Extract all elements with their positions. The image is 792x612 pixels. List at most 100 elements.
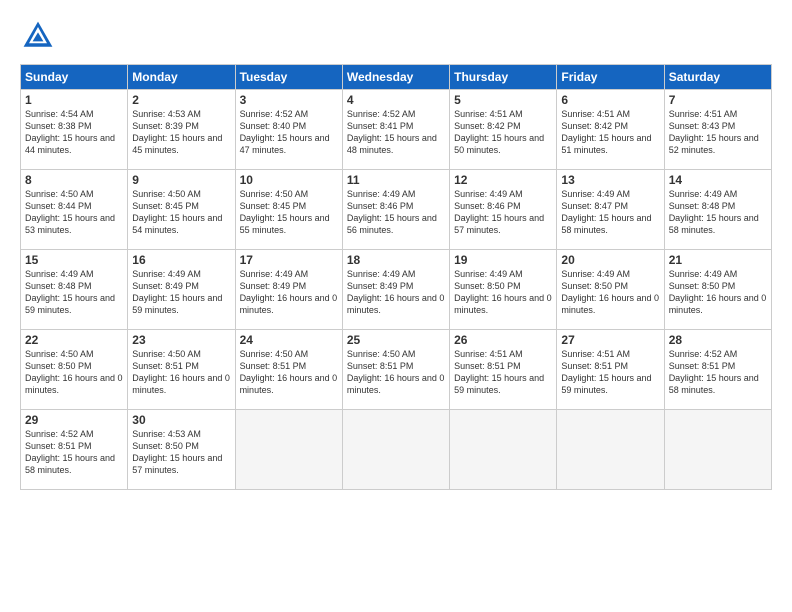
day-number: 22 <box>25 333 123 347</box>
day-number: 21 <box>669 253 767 267</box>
day-cell: 26 Sunrise: 4:51 AM Sunset: 8:51 PM Dayl… <box>450 330 557 410</box>
sunrise-label: Sunrise: 4:49 AM <box>132 269 201 279</box>
sunset-label: Sunset: 8:50 PM <box>669 281 736 291</box>
sunset-label: Sunset: 8:49 PM <box>240 281 307 291</box>
sunrise-label: Sunrise: 4:50 AM <box>240 189 309 199</box>
day-cell: 27 Sunrise: 4:51 AM Sunset: 8:51 PM Dayl… <box>557 330 664 410</box>
sunrise-label: Sunrise: 4:49 AM <box>347 189 416 199</box>
sunrise-label: Sunrise: 4:54 AM <box>25 109 94 119</box>
day-cell: 8 Sunrise: 4:50 AM Sunset: 8:44 PM Dayli… <box>21 170 128 250</box>
header-sunday: Sunday <box>21 65 128 90</box>
day-number: 26 <box>454 333 552 347</box>
daylight-label: Daylight: 15 hours and 58 minutes. <box>669 373 759 395</box>
day-cell: 23 Sunrise: 4:50 AM Sunset: 8:51 PM Dayl… <box>128 330 235 410</box>
sunrise-label: Sunrise: 4:50 AM <box>132 189 201 199</box>
week-row-3: 15 Sunrise: 4:49 AM Sunset: 8:48 PM Dayl… <box>21 250 772 330</box>
daylight-label: Daylight: 15 hours and 48 minutes. <box>347 133 437 155</box>
day-info: Sunrise: 4:50 AM Sunset: 8:45 PM Dayligh… <box>240 188 338 237</box>
day-cell: 5 Sunrise: 4:51 AM Sunset: 8:42 PM Dayli… <box>450 90 557 170</box>
sunrise-label: Sunrise: 4:50 AM <box>132 349 201 359</box>
day-cell: 12 Sunrise: 4:49 AM Sunset: 8:46 PM Dayl… <box>450 170 557 250</box>
daylight-label: Daylight: 15 hours and 44 minutes. <box>25 133 115 155</box>
daylight-label: Daylight: 15 hours and 51 minutes. <box>561 133 651 155</box>
day-cell: 21 Sunrise: 4:49 AM Sunset: 8:50 PM Dayl… <box>664 250 771 330</box>
sunrise-label: Sunrise: 4:49 AM <box>454 269 523 279</box>
sunrise-label: Sunrise: 4:51 AM <box>669 109 738 119</box>
daylight-label: Daylight: 15 hours and 59 minutes. <box>25 293 115 315</box>
day-info: Sunrise: 4:52 AM Sunset: 8:51 PM Dayligh… <box>669 348 767 397</box>
sunrise-label: Sunrise: 4:53 AM <box>132 429 201 439</box>
logo <box>20 18 62 54</box>
sunset-label: Sunset: 8:50 PM <box>132 441 199 451</box>
day-number: 9 <box>132 173 230 187</box>
day-cell: 3 Sunrise: 4:52 AM Sunset: 8:40 PM Dayli… <box>235 90 342 170</box>
sunrise-label: Sunrise: 4:53 AM <box>132 109 201 119</box>
day-info: Sunrise: 4:49 AM Sunset: 8:49 PM Dayligh… <box>240 268 338 317</box>
sunrise-label: Sunrise: 4:52 AM <box>347 109 416 119</box>
sunset-label: Sunset: 8:51 PM <box>454 361 521 371</box>
sunrise-label: Sunrise: 4:50 AM <box>25 349 94 359</box>
day-number: 8 <box>25 173 123 187</box>
sunset-label: Sunset: 8:41 PM <box>347 121 414 131</box>
day-cell <box>342 410 449 490</box>
day-number: 30 <box>132 413 230 427</box>
sunrise-label: Sunrise: 4:52 AM <box>669 349 738 359</box>
day-cell: 2 Sunrise: 4:53 AM Sunset: 8:39 PM Dayli… <box>128 90 235 170</box>
sunrise-label: Sunrise: 4:50 AM <box>25 189 94 199</box>
sunset-label: Sunset: 8:43 PM <box>669 121 736 131</box>
day-info: Sunrise: 4:52 AM Sunset: 8:51 PM Dayligh… <box>25 428 123 477</box>
day-info: Sunrise: 4:51 AM Sunset: 8:51 PM Dayligh… <box>454 348 552 397</box>
daylight-label: Daylight: 15 hours and 52 minutes. <box>669 133 759 155</box>
day-cell: 11 Sunrise: 4:49 AM Sunset: 8:46 PM Dayl… <box>342 170 449 250</box>
day-number: 1 <box>25 93 123 107</box>
week-row-1: 1 Sunrise: 4:54 AM Sunset: 8:38 PM Dayli… <box>21 90 772 170</box>
day-info: Sunrise: 4:49 AM Sunset: 8:46 PM Dayligh… <box>454 188 552 237</box>
day-cell: 17 Sunrise: 4:49 AM Sunset: 8:49 PM Dayl… <box>235 250 342 330</box>
day-info: Sunrise: 4:49 AM Sunset: 8:50 PM Dayligh… <box>669 268 767 317</box>
day-info: Sunrise: 4:54 AM Sunset: 8:38 PM Dayligh… <box>25 108 123 157</box>
week-row-5: 29 Sunrise: 4:52 AM Sunset: 8:51 PM Dayl… <box>21 410 772 490</box>
calendar-table: SundayMondayTuesdayWednesdayThursdayFrid… <box>20 64 772 490</box>
day-number: 23 <box>132 333 230 347</box>
sunset-label: Sunset: 8:45 PM <box>240 201 307 211</box>
day-cell: 29 Sunrise: 4:52 AM Sunset: 8:51 PM Dayl… <box>21 410 128 490</box>
day-number: 15 <box>25 253 123 267</box>
day-info: Sunrise: 4:51 AM Sunset: 8:51 PM Dayligh… <box>561 348 659 397</box>
day-number: 7 <box>669 93 767 107</box>
day-cell: 4 Sunrise: 4:52 AM Sunset: 8:41 PM Dayli… <box>342 90 449 170</box>
day-cell: 25 Sunrise: 4:50 AM Sunset: 8:51 PM Dayl… <box>342 330 449 410</box>
sunset-label: Sunset: 8:50 PM <box>454 281 521 291</box>
day-cell: 16 Sunrise: 4:49 AM Sunset: 8:49 PM Dayl… <box>128 250 235 330</box>
day-number: 2 <box>132 93 230 107</box>
sunset-label: Sunset: 8:51 PM <box>132 361 199 371</box>
daylight-label: Daylight: 15 hours and 57 minutes. <box>132 453 222 475</box>
day-info: Sunrise: 4:50 AM Sunset: 8:51 PM Dayligh… <box>347 348 445 397</box>
day-number: 5 <box>454 93 552 107</box>
day-cell: 19 Sunrise: 4:49 AM Sunset: 8:50 PM Dayl… <box>450 250 557 330</box>
day-number: 29 <box>25 413 123 427</box>
day-cell: 28 Sunrise: 4:52 AM Sunset: 8:51 PM Dayl… <box>664 330 771 410</box>
header-monday: Monday <box>128 65 235 90</box>
sunrise-label: Sunrise: 4:51 AM <box>561 109 630 119</box>
sunset-label: Sunset: 8:51 PM <box>561 361 628 371</box>
daylight-label: Daylight: 15 hours and 47 minutes. <box>240 133 330 155</box>
header-tuesday: Tuesday <box>235 65 342 90</box>
sunset-label: Sunset: 8:48 PM <box>25 281 92 291</box>
sunrise-label: Sunrise: 4:51 AM <box>454 109 523 119</box>
day-info: Sunrise: 4:49 AM Sunset: 8:48 PM Dayligh… <box>669 188 767 237</box>
day-cell: 30 Sunrise: 4:53 AM Sunset: 8:50 PM Dayl… <box>128 410 235 490</box>
day-number: 11 <box>347 173 445 187</box>
daylight-label: Daylight: 16 hours and 0 minutes. <box>25 373 123 395</box>
header-saturday: Saturday <box>664 65 771 90</box>
day-info: Sunrise: 4:51 AM Sunset: 8:42 PM Dayligh… <box>561 108 659 157</box>
daylight-label: Daylight: 16 hours and 0 minutes. <box>454 293 552 315</box>
day-cell: 6 Sunrise: 4:51 AM Sunset: 8:42 PM Dayli… <box>557 90 664 170</box>
week-row-2: 8 Sunrise: 4:50 AM Sunset: 8:44 PM Dayli… <box>21 170 772 250</box>
day-cell: 7 Sunrise: 4:51 AM Sunset: 8:43 PM Dayli… <box>664 90 771 170</box>
day-number: 17 <box>240 253 338 267</box>
sunset-label: Sunset: 8:42 PM <box>561 121 628 131</box>
day-cell: 22 Sunrise: 4:50 AM Sunset: 8:50 PM Dayl… <box>21 330 128 410</box>
sunset-label: Sunset: 8:51 PM <box>240 361 307 371</box>
day-number: 19 <box>454 253 552 267</box>
day-number: 6 <box>561 93 659 107</box>
